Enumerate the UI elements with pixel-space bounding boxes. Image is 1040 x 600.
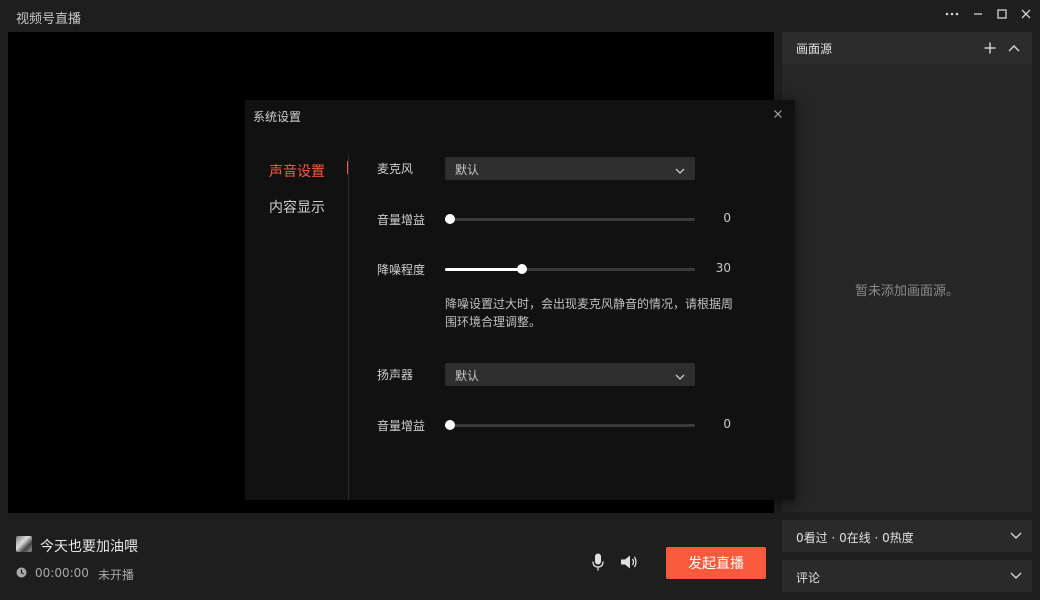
minimize-icon[interactable] [966,4,990,24]
noise-reduction-value: 30 [715,261,731,275]
comments-bar[interactable]: 评论 [782,560,1032,592]
comments-label: 评论 [796,571,821,585]
chevron-down-icon [1010,569,1022,584]
nav-item-display[interactable]: 内容显示 [269,197,325,217]
mic-gain-slider[interactable] [445,213,695,225]
mic-gain-value: 0 [723,211,731,225]
noise-reduction-note: 降噪设置过大时，会出现麦克风静音的情况，请根据周围环境合理调整。 [445,297,734,329]
slider-track [445,424,695,427]
live-status: 未开播 [98,568,135,582]
noise-reduction-label: 降噪程度 [377,263,426,277]
speaker-value: 默认 [455,369,480,383]
chevron-up-icon[interactable] [1004,38,1024,58]
mic-gain-label: 音量增益 [377,213,426,227]
microphone-icon[interactable] [588,552,608,572]
clock-icon [16,567,27,578]
username: 今天也要加油喂 [40,539,138,555]
slider-thumb[interactable] [445,420,455,430]
speaker-select[interactable]: 默认 [445,363,695,386]
speaker-icon[interactable] [619,552,639,572]
nav-item-sound[interactable]: 声音设置 [269,161,325,181]
chevron-down-icon [1010,529,1022,544]
noise-reduction-slider[interactable] [445,263,695,275]
speaker-gain-label: 音量增益 [377,419,426,433]
maximize-icon[interactable] [990,4,1014,24]
close-icon[interactable] [1014,4,1038,24]
app-title: 视频号直播 [16,12,82,27]
avatar[interactable] [16,536,32,552]
source-panel-title: 画面源 [796,42,833,56]
slider-thumb[interactable] [445,214,455,224]
plus-icon[interactable] [980,38,1000,58]
slider-fill [445,268,522,271]
more-icon[interactable] [940,4,964,24]
speaker-gain-value: 0 [723,417,731,431]
nav-divider [348,155,349,500]
source-panel: 画面源 暂未添加画面源。 [782,32,1032,512]
dialog-close-icon[interactable] [771,107,785,121]
microphone-value: 默认 [455,163,480,177]
microphone-label: 麦克风 [377,162,414,176]
slider-thumb[interactable] [517,264,527,274]
microphone-select[interactable]: 默认 [445,157,695,180]
speaker-label: 扬声器 [377,368,414,382]
chevron-down-icon [675,369,685,384]
source-empty-text: 暂未添加画面源。 [854,284,959,299]
dialog-title: 系统设置 [253,110,302,124]
stats-label: 0看过 · 0在线 · 0热度 [796,531,914,545]
slider-track [445,218,695,221]
speaker-gain-slider[interactable] [445,419,695,431]
live-duration: 00:00:00 [35,566,89,580]
start-live-button[interactable]: 发起直播 [666,547,766,579]
source-panel-header: 画面源 [782,32,1032,64]
stats-bar[interactable]: 0看过 · 0在线 · 0热度 [782,520,1032,552]
title-bar: 视频号直播 [0,0,1040,32]
chevron-down-icon [675,163,685,178]
settings-dialog: 系统设置 声音设置 内容显示 麦克风 默认 音量增益 0 降噪程度 30 降噪设… [245,100,795,500]
